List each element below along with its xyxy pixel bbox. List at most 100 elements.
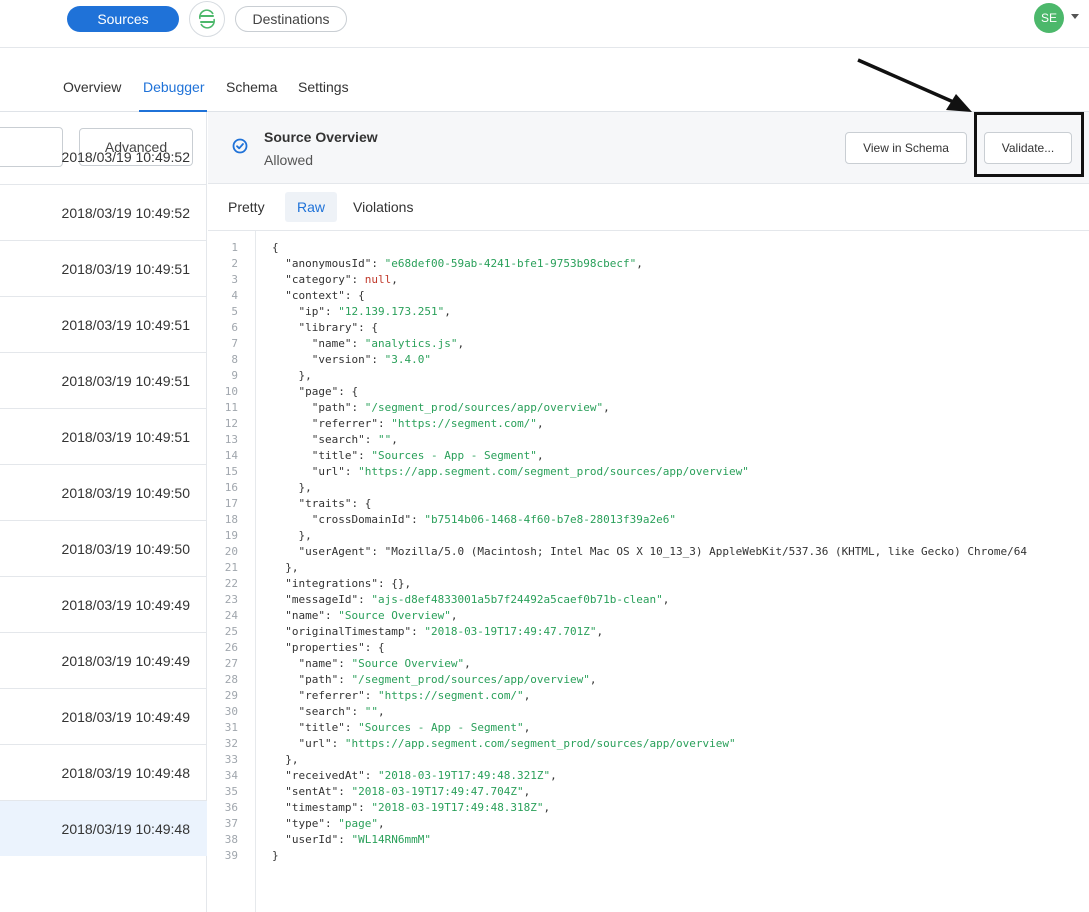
line-number: 13	[224, 432, 238, 446]
code-text: "search": "",	[311, 432, 398, 446]
line-number: 12	[224, 416, 238, 430]
line-number: 26	[224, 640, 238, 654]
code-line: 27 "name": "Source Overview",	[208, 655, 1089, 671]
list-item[interactable]: 2018/03/19 10:49:51	[0, 352, 207, 408]
list-item[interactable]: 2018/03/19 10:49:50	[0, 464, 207, 520]
code-text: "category": null,	[285, 272, 398, 286]
code-text: "url": "https://app.segment.com/segment_…	[298, 736, 736, 750]
code-line: 11 "path": "/segment_prod/sources/app/ov…	[208, 399, 1089, 415]
code-text: },	[272, 480, 312, 494]
view-tabs: Pretty Raw Violations	[208, 184, 1089, 231]
destinations-button[interactable]: Destinations	[235, 6, 347, 32]
avatar[interactable]: SE	[1034, 3, 1064, 33]
code-line: 15 "url": "https://app.segment.com/segme…	[208, 463, 1089, 479]
code-line: 13 "search": "",	[208, 431, 1089, 447]
line-number: 27	[224, 656, 238, 670]
code-line: 12 "referrer": "https://segment.com/",	[208, 415, 1089, 431]
line-number: 2	[231, 256, 238, 270]
line-number: 38	[224, 832, 238, 846]
code-line: 14 "title": "Sources - App - Segment",	[208, 447, 1089, 463]
line-number: 39	[224, 848, 238, 862]
code-line: 38 "userId": "WL14RN6mmM"	[208, 831, 1089, 847]
code-text: "search": "",	[298, 704, 385, 718]
chevron-down-icon[interactable]	[1071, 14, 1079, 19]
list-item[interactable]: 2018/03/19 10:49:49	[0, 632, 207, 688]
line-number: 25	[224, 624, 238, 638]
code-text: },	[272, 752, 299, 766]
code-text: "properties": {	[285, 640, 385, 654]
list-item[interactable]: 2018/03/19 10:49:51	[0, 408, 207, 464]
line-number: 16	[224, 480, 238, 494]
line-number: 18	[224, 512, 238, 526]
code-line: 35 "sentAt": "2018-03-19T17:49:47.704Z",	[208, 783, 1089, 799]
code-text: "name": "Source Overview",	[298, 656, 471, 670]
code-line: 10 "page": {	[208, 383, 1089, 399]
tab-raw[interactable]: Raw	[285, 192, 338, 222]
line-number: 5	[231, 304, 238, 318]
list-item[interactable]: 2018/03/19 10:49:48	[0, 800, 207, 856]
sources-button[interactable]: Sources	[67, 6, 179, 32]
code-line: 37 "type": "page",	[208, 815, 1089, 831]
code-line: 26 "properties": {	[208, 639, 1089, 655]
line-number: 29	[224, 688, 238, 702]
line-number: 32	[224, 736, 238, 750]
code-text: "type": "page",	[285, 816, 385, 830]
code-text: },	[272, 560, 299, 574]
code-text: "page": {	[298, 384, 359, 398]
code-text: "title": "Sources - App - Segment",	[311, 448, 544, 462]
line-number: 28	[224, 672, 238, 686]
code-text: "userAgent": "Mozilla/5.0 (Macintosh; In…	[298, 544, 1028, 558]
tab-schema[interactable]: Schema	[226, 79, 277, 95]
line-number: 36	[224, 800, 238, 814]
code-text: "anonymousId": "e68def00-59ab-4241-bfe1-…	[285, 256, 643, 270]
list-item[interactable]: 2018/03/19 10:49:50	[0, 520, 207, 576]
list-item[interactable]: 2018/03/19 10:49:52	[0, 140, 207, 174]
code-text: "path": "/segment_prod/sources/app/overv…	[298, 672, 597, 686]
annotation-highlight-box	[974, 112, 1084, 177]
tab-debugger[interactable]: Debugger	[143, 79, 205, 95]
code-text: "referrer": "https://segment.com/",	[311, 416, 544, 430]
code-text: "ip": "12.139.173.251",	[298, 304, 451, 318]
event-list: 2018/03/19 10:49:52 2018/03/19 10:49:52 …	[0, 149, 207, 856]
line-number: 20	[224, 544, 238, 558]
code-lines: 1{2 "anonymousId": "e68def00-59ab-4241-b…	[208, 239, 1089, 863]
tab-pretty[interactable]: Pretty	[216, 192, 277, 222]
code-line: 30 "search": "",	[208, 703, 1089, 719]
code-line: 31 "title": "Sources - App - Segment",	[208, 719, 1089, 735]
line-number: 15	[224, 464, 238, 478]
line-number: 9	[231, 368, 238, 382]
code-line: 25 "originalTimestamp": "2018-03-19T17:4…	[208, 623, 1089, 639]
list-item[interactable]: 2018/03/19 10:49:51	[0, 240, 207, 296]
list-item[interactable]: 2018/03/19 10:49:48	[0, 744, 207, 800]
line-number: 10	[224, 384, 238, 398]
line-number: 21	[224, 560, 238, 574]
code-line: 18 "crossDomainId": "b7514b06-1468-4f60-…	[208, 511, 1089, 527]
code-text: "crossDomainId": "b7514b06-1468-4f60-b7e…	[311, 512, 677, 526]
code-line: 4 "context": {	[208, 287, 1089, 303]
segment-logo-icon[interactable]	[189, 1, 225, 37]
line-number: 33	[224, 752, 238, 766]
line-number: 30	[224, 704, 238, 718]
list-item[interactable]: 2018/03/19 10:49:51	[0, 296, 207, 352]
code-text: "name": "analytics.js",	[311, 336, 465, 350]
code-line: 29 "referrer": "https://segment.com/",	[208, 687, 1089, 703]
view-in-schema-button[interactable]: View in Schema	[845, 132, 967, 164]
code-text: "url": "https://app.segment.com/segment_…	[311, 464, 749, 478]
code-line: 5 "ip": "12.139.173.251",	[208, 303, 1089, 319]
list-item[interactable]: 2018/03/19 10:49:49	[0, 576, 207, 632]
list-item[interactable]: 2018/03/19 10:49:49	[0, 688, 207, 744]
code-text: "path": "/segment_prod/sources/app/overv…	[311, 400, 610, 414]
code-text: "messageId": "ajs-d8ef4833001a5b7f24492a…	[285, 592, 670, 606]
raw-json-viewer[interactable]: 1{2 "anonymousId": "e68def00-59ab-4241-b…	[208, 231, 1089, 912]
code-text: "title": "Sources - App - Segment",	[298, 720, 531, 734]
list-item[interactable]: 2018/03/19 10:49:52	[0, 184, 207, 240]
code-line: 24 "name": "Source Overview",	[208, 607, 1089, 623]
tab-violations[interactable]: Violations	[341, 192, 425, 222]
code-line: 3 "category": null,	[208, 271, 1089, 287]
line-number: 19	[224, 528, 238, 542]
line-number: 6	[231, 320, 238, 334]
tab-overview[interactable]: Overview	[63, 79, 121, 95]
tab-settings[interactable]: Settings	[298, 79, 349, 95]
code-text: "version": "3.4.0"	[311, 352, 431, 366]
code-line: 16 },	[208, 479, 1089, 495]
